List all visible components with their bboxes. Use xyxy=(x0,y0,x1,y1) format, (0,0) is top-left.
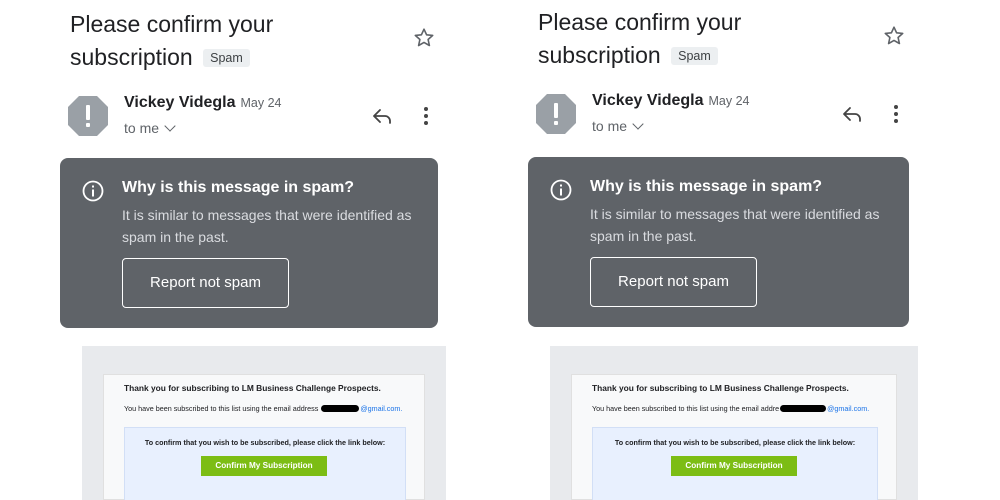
reply-icon[interactable] xyxy=(370,104,394,128)
email-date: May 24 xyxy=(240,96,282,110)
sender-line[interactable]: Vickey Videgla May 24 xyxy=(592,92,749,110)
email-content-card: Thank you for subscribing to LM Business… xyxy=(103,374,425,500)
email-panel-right: Please confirm your subscription Spam Vi… xyxy=(500,0,1000,500)
email-content-card: Thank you for subscribing to LM Business… xyxy=(571,374,897,500)
email-thanks-line: Thank you for subscribing to LM Business… xyxy=(124,383,381,393)
confirm-subscription-button[interactable]: Confirm My Subscription xyxy=(201,456,327,476)
more-vert-icon[interactable] xyxy=(884,102,908,126)
recipient-details-toggle[interactable]: to me xyxy=(124,120,176,136)
redacted-email xyxy=(321,405,360,412)
email-date: May 24 xyxy=(708,94,750,108)
info-icon xyxy=(82,180,104,202)
info-icon xyxy=(550,179,572,201)
sender-line[interactable]: Vickey Videgla May 24 xyxy=(124,94,281,112)
email-panel-left: Please confirm your subscription Spam Vi… xyxy=(0,0,500,500)
report-not-spam-button[interactable]: Report not spam xyxy=(590,257,757,307)
sender-name[interactable]: Vickey Videgla xyxy=(124,94,235,111)
spam-warning-card: Why is this message in spam? It is simil… xyxy=(528,157,909,327)
spam-label-chip[interactable]: Spam xyxy=(671,47,718,65)
warning-body: It is similar to messages that were iden… xyxy=(122,207,412,245)
confirm-instruction: To confirm that you wish to be subscribe… xyxy=(614,438,856,447)
warning-title: Why is this message in spam? xyxy=(122,179,355,196)
star-icon[interactable] xyxy=(412,26,436,50)
confirm-box: To confirm that you wish to be subscribe… xyxy=(592,427,878,500)
email-subject: Please confirm your subscription Spam xyxy=(70,11,274,70)
report-not-spam-button[interactable]: Report not spam xyxy=(122,258,289,308)
email-body-preview: Thank you for subscribing to LM Business… xyxy=(82,346,446,500)
star-icon[interactable] xyxy=(882,24,906,48)
redacted-email xyxy=(780,405,827,412)
warning-body: It is similar to messages that were iden… xyxy=(590,206,880,244)
email-subscribed-line: You have been subscribed to this list us… xyxy=(124,404,403,413)
confirm-subscription-button[interactable]: Confirm My Subscription xyxy=(671,456,797,476)
spam-avatar-icon xyxy=(536,94,576,134)
spam-label-chip[interactable]: Spam xyxy=(203,49,250,67)
email-subject: Please confirm your subscription Spam xyxy=(538,9,742,68)
chevron-down-icon xyxy=(632,118,644,130)
sender-name[interactable]: Vickey Videgla xyxy=(592,92,703,109)
more-vert-icon[interactable] xyxy=(414,104,438,128)
email-subscribed-line: You have been subscribed to this list us… xyxy=(592,404,870,413)
warning-title: Why is this message in spam? xyxy=(590,178,823,195)
confirm-instruction: To confirm that you wish to be subscribe… xyxy=(144,438,386,447)
email-address-link[interactable]: @gmail.com. xyxy=(360,404,402,413)
email-body-preview: Thank you for subscribing to LM Business… xyxy=(550,346,918,500)
spam-avatar-icon xyxy=(68,96,108,136)
recipient-details-toggle[interactable]: to me xyxy=(592,118,644,134)
chevron-down-icon xyxy=(164,120,176,132)
spam-warning-card: Why is this message in spam? It is simil… xyxy=(60,158,438,328)
email-address-link[interactable]: @gmail.com. xyxy=(827,404,869,413)
confirm-box: To confirm that you wish to be subscribe… xyxy=(124,427,406,500)
reply-icon[interactable] xyxy=(840,102,864,126)
email-thanks-line: Thank you for subscribing to LM Business… xyxy=(592,383,849,393)
